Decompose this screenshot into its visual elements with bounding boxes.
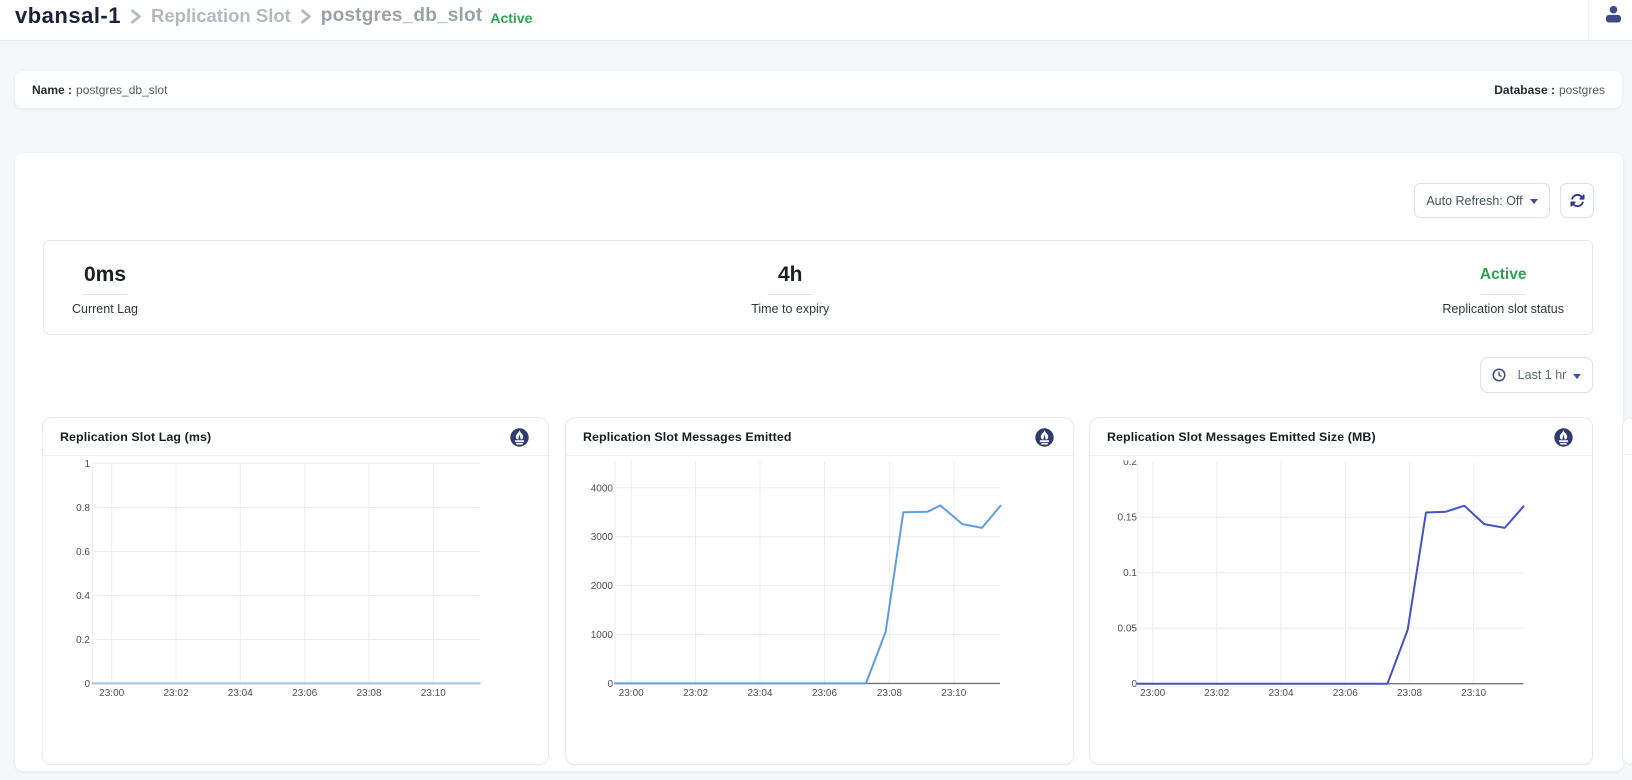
svg-text:23:04: 23:04 (747, 688, 772, 699)
svg-text:1000: 1000 (591, 630, 614, 641)
svg-text:23:06: 23:06 (1333, 688, 1358, 699)
svg-text:23:04: 23:04 (228, 688, 253, 699)
svg-text:23:08: 23:08 (356, 688, 381, 699)
svg-text:23:02: 23:02 (163, 688, 188, 699)
svg-text:0: 0 (1131, 679, 1137, 690)
svg-text:23:02: 23:02 (683, 688, 708, 699)
svg-text:0.6: 0.6 (76, 547, 90, 558)
svg-text:23:08: 23:08 (877, 688, 902, 699)
svg-text:0.1: 0.1 (1123, 568, 1137, 579)
svg-text:23:06: 23:06 (292, 688, 317, 699)
svg-text:23:00: 23:00 (619, 688, 644, 699)
svg-text:23:10: 23:10 (421, 688, 446, 699)
svg-text:0: 0 (84, 679, 90, 690)
svg-text:0.05: 0.05 (1118, 624, 1138, 635)
svg-text:1: 1 (84, 459, 90, 470)
svg-text:0.2: 0.2 (76, 635, 90, 646)
svg-text:4000: 4000 (591, 483, 614, 494)
svg-text:23:02: 23:02 (1204, 688, 1229, 699)
svg-text:23:00: 23:00 (99, 688, 124, 699)
svg-text:23:06: 23:06 (812, 688, 837, 699)
svg-text:23:08: 23:08 (1397, 688, 1422, 699)
svg-text:23:10: 23:10 (1461, 688, 1486, 699)
svg-text:23:00: 23:00 (1140, 688, 1165, 699)
svg-text:3000: 3000 (591, 532, 614, 543)
svg-text:0.4: 0.4 (76, 591, 90, 602)
svg-text:23:10: 23:10 (941, 688, 966, 699)
svg-text:0: 0 (607, 679, 613, 690)
svg-text:0.15: 0.15 (1118, 513, 1138, 524)
svg-text:2000: 2000 (591, 581, 614, 592)
svg-text:23:04: 23:04 (1268, 688, 1293, 699)
svg-text:0.8: 0.8 (76, 503, 90, 514)
svg-text:0.2: 0.2 (1123, 457, 1137, 468)
